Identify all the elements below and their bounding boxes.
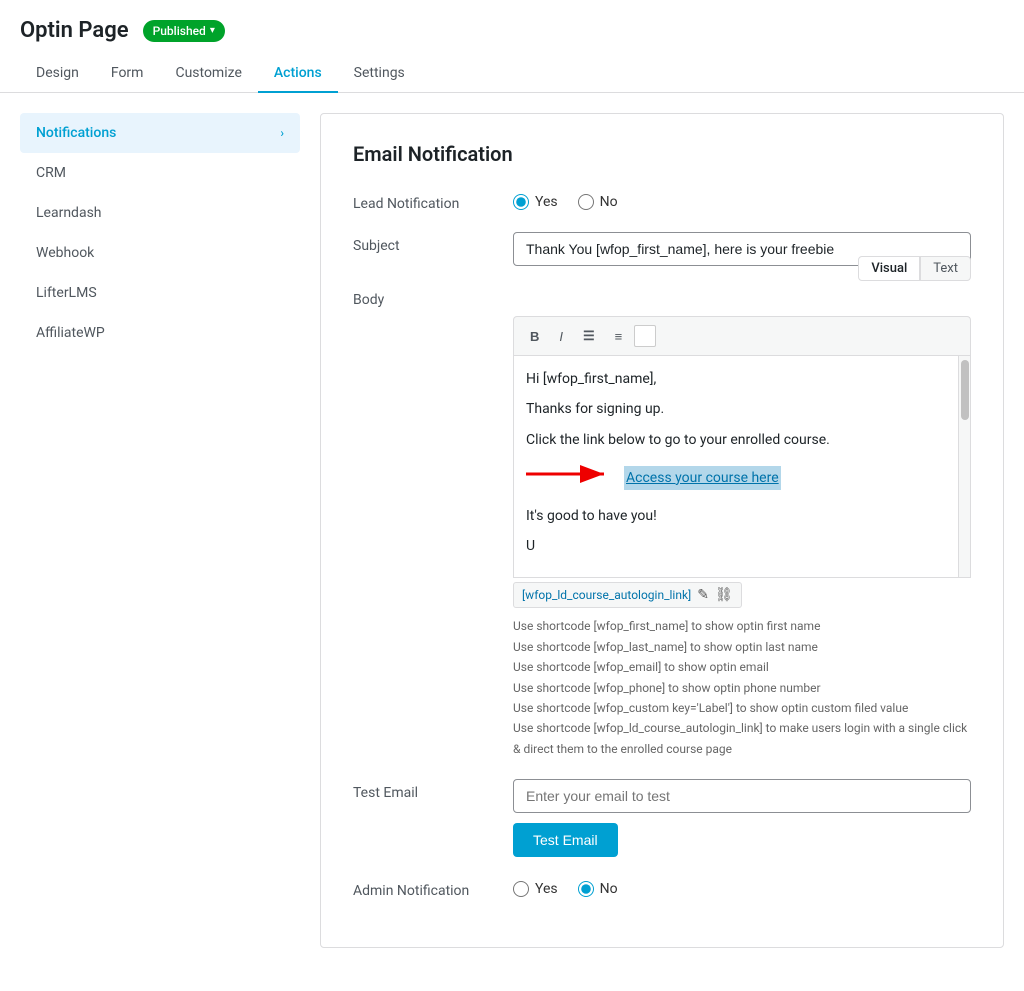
body-line3: Click the link below to go to your enrol… — [526, 429, 954, 451]
page-title: Optin Page — [20, 18, 129, 43]
unlink-icon[interactable]: ⛓ — [715, 587, 733, 603]
editor-tab-text[interactable]: Text — [920, 256, 971, 281]
editor-tab-visual[interactable]: Visual — [858, 256, 920, 281]
body-line2: Thanks for signing up. — [526, 398, 954, 420]
lead-notification-no-option[interactable]: No — [578, 194, 618, 210]
tab-actions[interactable]: Actions — [258, 55, 338, 93]
hint-line-2: Use shortcode [wfop_last_name] to show o… — [513, 637, 971, 657]
sidebar-item-label: AffiliateWP — [36, 325, 105, 341]
tab-form[interactable]: Form — [95, 55, 160, 93]
sidebar-item-label: Webhook — [36, 245, 94, 261]
admin-notification-no-option[interactable]: No — [578, 881, 618, 897]
lead-notification-radio-group: Yes No — [513, 190, 971, 210]
published-badge[interactable]: Published ▾ — [143, 20, 225, 42]
published-label: Published — [153, 24, 206, 38]
italic-button[interactable]: I — [551, 324, 571, 349]
sidebar-item-label: LifterLMS — [36, 285, 97, 301]
section-title: Email Notification — [353, 142, 971, 166]
lead-notification-yes-label: Yes — [535, 194, 558, 210]
lead-notification-yes-option[interactable]: Yes — [513, 194, 558, 210]
hint-line-5: Use shortcode [wfop_custom key='Label'] … — [513, 698, 971, 718]
nav-tabs: Design Form Customize Actions Settings — [0, 55, 1024, 93]
test-email-label: Test Email — [353, 779, 513, 801]
chevron-down-icon: ▾ — [210, 25, 215, 36]
bold-button[interactable]: B — [522, 324, 547, 349]
chevron-right-icon: › — [280, 126, 284, 140]
sidebar-item-label: CRM — [36, 165, 66, 181]
sidebar-item-crm[interactable]: CRM — [20, 153, 300, 193]
editor-body[interactable]: Hi [wfop_first_name], Thanks for signing… — [513, 355, 971, 578]
tab-design[interactable]: Design — [20, 55, 95, 93]
test-email-input[interactable] — [513, 779, 971, 813]
admin-notification-yes-radio[interactable] — [513, 881, 529, 897]
hint-line-4: Use shortcode [wfop_phone] to show optin… — [513, 678, 971, 698]
scrollbar-thumb — [961, 360, 969, 420]
editor-toolbar: B I ☰ ≡ — [513, 316, 971, 355]
content-panel: Email Notification Lead Notification Yes… — [320, 113, 1004, 948]
link-popup: [wfop_ld_course_autologin_link] ✎ ⛓ — [513, 582, 742, 608]
hint-text-block: Use shortcode [wfop_first_name] to show … — [513, 616, 971, 759]
lead-notification-no-radio[interactable] — [578, 194, 594, 210]
admin-notification-yes-label: Yes — [535, 881, 558, 897]
body-line4: It's good to have you! — [526, 505, 954, 527]
hint-line-6: Use shortcode [wfop_ld_course_autologin_… — [513, 718, 971, 759]
edit-link-icon[interactable]: ✎ — [697, 587, 709, 603]
sidebar-item-learndash[interactable]: Learndash — [20, 193, 300, 233]
square-button[interactable] — [634, 325, 656, 347]
red-arrow-annotation — [526, 459, 616, 496]
unordered-list-button[interactable]: ☰ — [575, 323, 603, 349]
admin-notification-no-radio[interactable] — [578, 881, 594, 897]
admin-notification-no-label: No — [600, 881, 618, 897]
tab-settings[interactable]: Settings — [338, 55, 421, 93]
lead-notification-yes-radio[interactable] — [513, 194, 529, 210]
lead-notification-row: Lead Notification Yes No — [353, 190, 971, 212]
editor-tabs: Visual Text — [858, 256, 971, 281]
body-link-text[interactable]: Access your course here — [624, 466, 781, 490]
hint-line-3: Use shortcode [wfop_email] to show optin… — [513, 657, 971, 677]
test-email-row: Test Email Test Email — [353, 779, 971, 857]
sidebar-item-notifications[interactable]: Notifications › — [20, 113, 300, 153]
admin-notification-row: Admin Notification Yes No — [353, 877, 971, 899]
hint-line-1: Use shortcode [wfop_first_name] to show … — [513, 616, 971, 636]
admin-notification-yes-option[interactable]: Yes — [513, 881, 558, 897]
subject-label: Subject — [353, 232, 513, 254]
sidebar: Notifications › CRM Learndash Webhook Li… — [20, 113, 300, 948]
sidebar-item-affiliatewp[interactable]: AffiliateWP — [20, 313, 300, 353]
sidebar-item-label: Notifications — [36, 125, 116, 141]
body-line1: Hi [wfop_first_name], — [526, 368, 954, 390]
body-row: Body Visual Text B I ☰ ≡ — [353, 286, 971, 759]
sidebar-item-label: Learndash — [36, 205, 102, 221]
editor-scrollbar[interactable] — [958, 356, 970, 577]
lead-notification-no-label: No — [600, 194, 618, 210]
sidebar-item-webhook[interactable]: Webhook — [20, 233, 300, 273]
admin-notification-label: Admin Notification — [353, 877, 513, 899]
body-partial: U — [526, 535, 954, 557]
test-email-button[interactable]: Test Email — [513, 823, 618, 857]
sidebar-item-lifterlms[interactable]: LifterLMS — [20, 273, 300, 313]
body-label: Body — [353, 286, 513, 308]
ordered-list-button[interactable]: ≡ — [607, 324, 631, 349]
link-popup-text: [wfop_ld_course_autologin_link] — [522, 588, 691, 602]
lead-notification-label: Lead Notification — [353, 190, 513, 212]
tab-customize[interactable]: Customize — [159, 55, 257, 93]
admin-notification-radio-group: Yes No — [513, 877, 971, 897]
